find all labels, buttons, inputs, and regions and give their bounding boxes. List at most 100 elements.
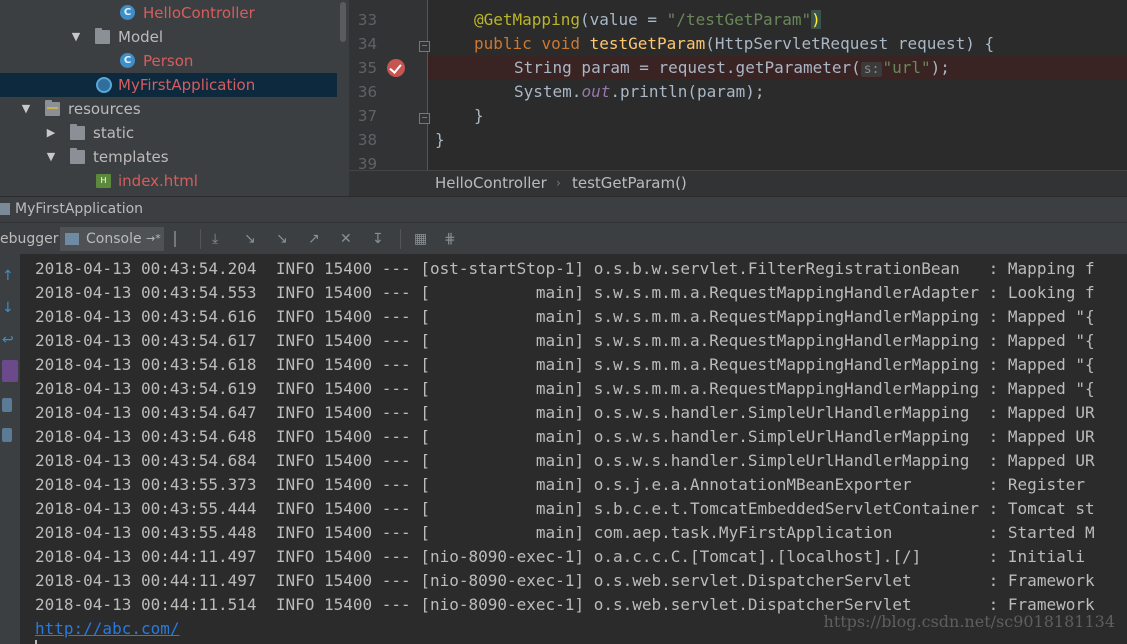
tree-item-static[interactable]: ▶ static [0,121,349,145]
folder-icon [70,124,85,140]
tree-item-label: HelloController [143,4,255,22]
console-caret [35,640,37,644]
line-number: 37 [357,107,377,125]
step-into-icon[interactable]: ↘ [244,231,260,247]
console-line: 2018-04-13 00:43:54.553 INFO 15400 --- [… [35,283,1095,302]
step-out-icon[interactable]: ↗ [308,231,324,247]
code-token: void [541,34,580,53]
code-token: .println(param); [610,82,765,101]
show-execution-point-icon[interactable] [174,231,192,247]
tree-item-person[interactable]: C Person [0,49,349,73]
drop-frame-icon[interactable]: ✕ [340,231,356,247]
run-window-title[interactable]: MyFirstApplication [15,201,143,217]
evaluate-expression-icon[interactable]: ▦ [414,231,430,247]
code-line-35[interactable]: String param = request.getParameter(s: "u… [514,56,950,80]
print-icon[interactable] [2,398,12,412]
step-over-icon[interactable]: ⤓ [212,231,228,247]
editor-gutter[interactable]: 33 34 35 36 37 38 39 [349,0,428,170]
force-step-into-icon[interactable]: ↘ [276,231,292,247]
tree-item-resources[interactable]: ▼ resources [0,97,349,121]
code-token: ) [811,10,821,29]
code-token: testGetParam [589,34,706,53]
tree-item-index-html[interactable]: H index.html [0,169,349,193]
console-line: 2018-04-13 00:43:55.448 INFO 15400 --- [… [35,523,1095,542]
line-number: 39 [357,155,377,170]
chevron-down-icon[interactable]: ▼ [44,145,58,169]
class-icon: C [120,5,135,20]
chevron-down-icon[interactable]: ▼ [19,97,33,121]
console-line: 2018-04-13 00:44:11.497 INFO 15400 --- [… [35,571,1095,590]
tree-scrollbar-thumb[interactable] [340,2,346,42]
breadcrumb-separator-icon: › [556,176,561,190]
breadcrumb-item-class[interactable]: HelloController [435,174,547,192]
arrow-up-icon[interactable]: ↑ [2,268,16,284]
trash-icon[interactable] [2,428,12,442]
breadcrumb: HelloController › testGetParam() [349,170,1127,196]
code-token: String param = request.getParameter( [514,58,861,77]
tree-item-label: templates [93,148,169,166]
run-config-icon [0,203,10,215]
run-to-cursor-icon[interactable]: ↧ [372,231,388,247]
scroll-to-end-icon[interactable] [2,360,18,382]
tab-debugger[interactable]: ebugger [0,227,62,251]
console-line: 2018-04-13 00:43:54.647 INFO 15400 --- [… [35,403,1095,422]
console-line: 2018-04-13 00:43:54.619 INFO 15400 --- [… [35,379,1095,398]
code-token: (HttpServletRequest request) { [705,34,995,53]
console-line: 2018-04-13 00:43:54.204 INFO 15400 --- [… [35,259,1095,278]
code-token: (value = [579,10,667,29]
console-output-link[interactable]: http://abc.com/ [35,617,180,641]
code-line-33[interactable]: @GetMapping(value = "/testGetParam") [474,8,821,32]
console-output[interactable]: 2018-04-13 00:43:54.204 INFO 15400 --- [… [20,254,1127,644]
code-line-37[interactable]: } [474,104,484,128]
console-line: 2018-04-13 00:43:55.444 INFO 15400 --- [… [35,499,1095,518]
toolbar-separator [400,229,401,249]
tree-item-model[interactable]: ▼ Model [0,25,349,49]
fold-marker-icon[interactable]: − [419,113,430,124]
tree-item-templates[interactable]: ▼ templates [0,145,349,169]
soft-wrap-icon[interactable]: ↩ [2,332,16,348]
folder-icon [70,148,85,164]
console-line: 2018-04-13 00:43:54.648 INFO 15400 --- [… [35,427,1095,446]
code-token: @GetMapping [474,10,580,29]
tab-console-label: Console [86,231,142,247]
breadcrumb-item-method[interactable]: testGetParam() [572,174,687,192]
code-line-36[interactable]: System.out.println(param); [514,80,764,104]
console-line: 2018-04-13 00:43:55.373 INFO 15400 --- [… [35,475,1085,494]
console-line: 2018-04-13 00:44:11.497 INFO 15400 --- [… [35,547,1085,566]
trace-stream-icon[interactable]: ⋕ [444,231,460,247]
code-token: System. [514,82,582,101]
debug-side-toolbar: ↑ ↓ ↩ [0,254,20,644]
breakpoint-icon[interactable] [387,59,405,77]
console-icon [65,233,79,245]
chevron-down-icon[interactable]: ▼ [69,25,83,49]
tab-console[interactable]: Console →* [60,227,164,251]
line-number: 33 [357,11,377,29]
watermark: https://blog.csdn.net/sc9018181134 [823,612,1115,631]
pin-tab-icon[interactable]: →* [146,227,161,251]
console-line: 2018-04-13 00:43:54.616 INFO 15400 --- [… [35,307,1095,326]
tree-item-hellocontroller[interactable]: C HelloController [0,1,349,25]
code-line-38[interactable]: } [435,128,445,152]
resources-folder-icon [45,100,60,116]
fold-marker-icon[interactable]: − [419,41,430,52]
code-token: "url" [882,58,931,77]
line-number: 34 [357,35,377,53]
code-token: out [581,82,611,101]
line-number: 38 [357,131,377,149]
console-line: 2018-04-13 00:43:54.618 INFO 15400 --- [… [35,355,1095,374]
arrow-down-icon[interactable]: ↓ [2,300,16,316]
code-editor[interactable]: 33 34 35 36 37 38 39 − − @GetMapping(val… [349,0,1127,170]
console-line: 2018-04-13 00:43:54.684 INFO 15400 --- [… [35,451,1095,470]
console-line: 2018-04-13 00:43:54.617 INFO 15400 --- [… [35,331,1095,350]
tree-item-label: resources [68,100,141,118]
line-number: 35 [357,59,377,77]
tree-item-label: MyFirstApplication [118,76,256,94]
line-number: 36 [357,83,377,101]
spring-boot-app-icon [96,77,112,93]
tree-item-label: static [93,124,135,142]
parameter-hint: s: [860,62,883,77]
debug-toolbar: ebugger Console →* ⤓ ↘ ↘ ↗ ✕ ↧ ▦ ⋕ [0,222,1127,255]
chevron-right-icon[interactable]: ▶ [44,121,58,145]
tree-item-myfirstapplication[interactable]: MyFirstApplication [0,73,349,97]
code-line-34[interactable]: public void testGetParam(HttpServletRequ… [474,32,994,56]
